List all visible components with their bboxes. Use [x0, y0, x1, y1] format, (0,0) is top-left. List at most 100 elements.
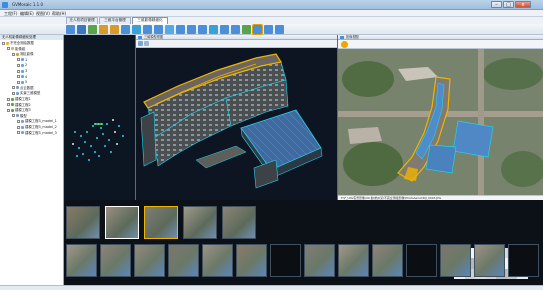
- camera-point: [118, 125, 120, 127]
- tree-item[interactable]: 5: [17, 80, 27, 85]
- title-bar: GVMosaic 1.1.0 – □ x: [0, 0, 543, 10]
- expand-toggle-icon[interactable]: [7, 108, 10, 112]
- aerial-image-view[interactable]: 影像视图 F:\F_UAV实景影像\40 拍\杭州某\不完全测绘影像\Photo…: [337, 35, 543, 200]
- image-thumbnail[interactable]: [372, 244, 403, 277]
- tree-item[interactable]: 建模工程3_model_3: [17, 131, 57, 136]
- tree-item-label: 2: [25, 63, 28, 68]
- expand-toggle-icon[interactable]: [17, 131, 20, 135]
- tree-item[interactable]: 实景三维模型: [12, 91, 40, 96]
- texture-icon[interactable]: [187, 25, 196, 34]
- folder-icon: [6, 41, 9, 45]
- expand-toggle-icon[interactable]: [7, 97, 10, 101]
- image-thumbnail[interactable]: [105, 206, 139, 239]
- minimize-button[interactable]: –: [491, 1, 502, 8]
- expand-toggle-icon[interactable]: [12, 86, 15, 90]
- expand-toggle-icon[interactable]: [17, 80, 20, 84]
- expand-toggle-icon[interactable]: [17, 75, 20, 79]
- split-icon[interactable]: [264, 25, 273, 34]
- image-thumbnail[interactable]: [236, 244, 267, 277]
- image-thumbnail[interactable]: [338, 244, 369, 277]
- image-thumbnail[interactable]: [440, 244, 471, 277]
- zoom-icon[interactable]: [165, 25, 174, 34]
- measure-icon[interactable]: [176, 25, 185, 34]
- image-thumbnail[interactable]: [270, 244, 301, 277]
- expand-toggle-icon[interactable]: [12, 52, 15, 56]
- image-thumbnail[interactable]: [183, 206, 217, 239]
- sun-icon[interactable]: [341, 41, 348, 48]
- undo-icon[interactable]: [99, 25, 108, 34]
- expand-toggle-icon[interactable]: [17, 119, 20, 123]
- tree-item[interactable]: 测区影像: [12, 52, 34, 57]
- tab-project-management[interactable]: 无人机项目管理: [66, 17, 98, 24]
- tab-refinement[interactable]: 三维影像精细化: [132, 17, 168, 24]
- expand-toggle-icon[interactable]: [12, 91, 15, 95]
- expand-toggle-icon[interactable]: [17, 63, 20, 67]
- tree-item[interactable]: 建模工程3_model_2: [17, 125, 57, 130]
- image-icon[interactable]: [209, 25, 218, 34]
- image-thumbnail[interactable]: [304, 244, 335, 277]
- snap-icon[interactable]: [231, 25, 240, 34]
- tree-item-label: 5: [25, 80, 28, 85]
- image-thumbnail[interactable]: [134, 244, 165, 277]
- tree-item[interactable]: 2: [17, 63, 27, 68]
- maximize-button[interactable]: □: [503, 1, 514, 8]
- image-thumbnail[interactable]: [66, 206, 100, 239]
- import-icon[interactable]: [88, 25, 97, 34]
- open-icon[interactable]: [66, 25, 75, 34]
- image-thumbnail[interactable]: [508, 244, 539, 277]
- tree-item[interactable]: 影像组: [7, 47, 25, 52]
- view-mode-icon[interactable]: [144, 41, 149, 46]
- model-3d-view[interactable]: 三维模型视图: [135, 35, 337, 200]
- image-thumbnail[interactable]: [202, 244, 233, 277]
- expand-toggle-icon[interactable]: [7, 103, 10, 107]
- expand-toggle-icon[interactable]: [17, 69, 20, 73]
- tree-item[interactable]: 1: [17, 58, 27, 63]
- expand-toggle-icon[interactable]: [17, 58, 20, 62]
- redo-icon[interactable]: [110, 25, 119, 34]
- tree-item[interactable]: 建模工程3_model_1: [17, 119, 57, 124]
- leaf-icon: [21, 80, 24, 84]
- tree-item-label: 3: [25, 69, 28, 73]
- view-reset-icon[interactable]: [138, 41, 143, 46]
- camera-icon[interactable]: [121, 25, 130, 34]
- camera-point: [102, 133, 104, 135]
- window-title: GVMosaic 1.1.0: [12, 2, 44, 7]
- image-thumbnail[interactable]: [144, 206, 178, 239]
- close-button[interactable]: x: [515, 1, 531, 8]
- tree-item[interactable]: 不完全测绘数据: [2, 41, 34, 46]
- expand-toggle-icon[interactable]: [7, 47, 10, 51]
- mesh-icon[interactable]: [198, 25, 207, 34]
- aerial-view-toolbar: [338, 40, 543, 49]
- settings-icon[interactable]: [275, 25, 284, 34]
- camera-points-view[interactable]: [64, 35, 135, 200]
- camera-point: [122, 135, 124, 137]
- camera-point: [106, 123, 108, 125]
- tree-item[interactable]: 建模工程3: [7, 108, 31, 113]
- tree-panel-title: 无人机影像精细化处理: [0, 35, 63, 40]
- select-icon[interactable]: [132, 25, 141, 34]
- image-thumbnail[interactable]: [222, 206, 256, 239]
- tree-item[interactable]: 3: [17, 69, 27, 74]
- image-thumbnail[interactable]: [474, 244, 505, 277]
- rotate-icon[interactable]: [143, 25, 152, 34]
- image-thumbnail[interactable]: [66, 244, 97, 277]
- tree-item-label: 建模工程3_model_3: [25, 130, 57, 135]
- tree-item[interactable]: 建模工程2: [7, 103, 31, 108]
- tab-3d-platform[interactable]: 三维平台管理: [99, 17, 131, 24]
- image-thumbnail[interactable]: [168, 244, 199, 277]
- grid-icon[interactable]: [252, 24, 263, 35]
- image-thumbnail[interactable]: [406, 244, 437, 277]
- save-icon[interactable]: [77, 25, 86, 34]
- expand-toggle-icon[interactable]: [2, 41, 5, 45]
- project-icon: [11, 97, 14, 101]
- map-icon[interactable]: [242, 25, 251, 34]
- camera-point: [104, 145, 106, 147]
- layer-icon[interactable]: [220, 25, 229, 34]
- tree-item[interactable]: 4: [17, 75, 27, 80]
- image-thumbnail[interactable]: [100, 244, 131, 277]
- pan-icon[interactable]: [154, 25, 163, 34]
- expand-toggle-icon[interactable]: [12, 114, 15, 118]
- camera-point: [110, 151, 112, 153]
- tree-item[interactable]: 建模工程1: [7, 97, 31, 102]
- expand-toggle-icon[interactable]: [17, 125, 20, 129]
